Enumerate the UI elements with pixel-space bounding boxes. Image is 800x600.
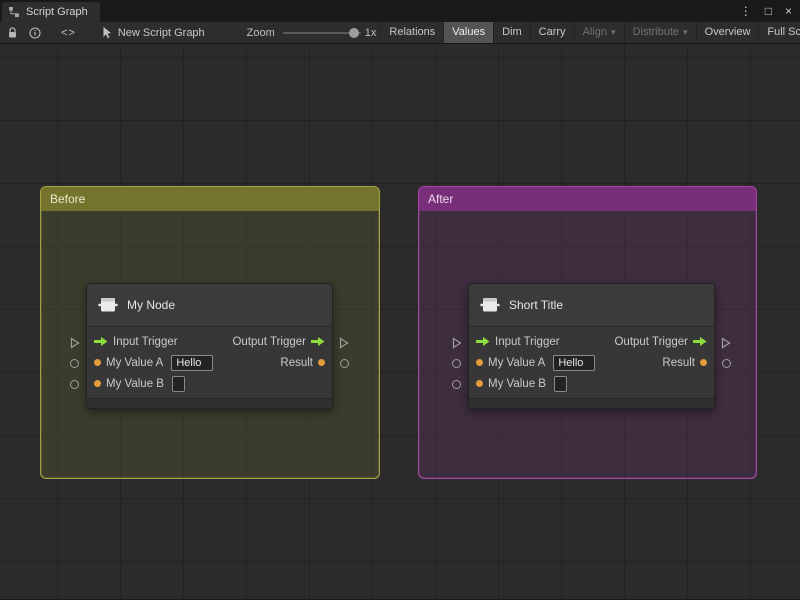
ext-flow-output-port[interactable]: [339, 336, 349, 354]
distribute-label: Distribute: [632, 26, 680, 38]
maximize-icon[interactable]: □: [765, 0, 772, 22]
ext-value-input-port[interactable]: [452, 359, 461, 368]
node-footer: [87, 398, 332, 408]
value-port-icon[interactable]: [94, 359, 101, 366]
carry-button[interactable]: Carry: [529, 22, 574, 43]
close-icon[interactable]: ×: [785, 0, 792, 22]
tab-bar: Script Graph ⋮ □ ×: [0, 0, 800, 22]
ext-value-output-port[interactable]: [722, 359, 731, 368]
ext-value-input-port[interactable]: [70, 359, 79, 368]
node-body: Input Trigger Output Trigger My Value A …: [469, 327, 714, 398]
value-port-icon[interactable]: [476, 359, 483, 366]
graph-toolbar: <> New Script Graph Zoom 1x Relations Va…: [0, 22, 800, 44]
flow-arrow-icon: [693, 337, 707, 346]
port-result[interactable]: Result: [662, 357, 707, 369]
menu-icon[interactable]: ⋮: [740, 0, 752, 22]
flow-arrow-icon: [476, 337, 490, 346]
toolbar-buttons: Relations Values Dim Carry Align ▾ Distr…: [380, 22, 800, 43]
dim-button[interactable]: Dim: [493, 22, 530, 43]
flow-arrow-icon: [94, 337, 108, 346]
distribute-button[interactable]: Distribute ▾: [623, 22, 696, 43]
info-icon[interactable]: [29, 26, 41, 39]
ext-value-output-port[interactable]: [340, 359, 349, 368]
unit-icon: [480, 296, 500, 314]
value-port-icon[interactable]: [318, 359, 325, 366]
node-body: Input Trigger Output Trigger My Value A …: [87, 327, 332, 398]
group-after-title: After: [428, 192, 454, 206]
port-input-trigger[interactable]: Input Trigger: [476, 336, 560, 348]
zoom-slider[interactable]: [282, 27, 361, 38]
port-row: Input Trigger Output Trigger: [87, 331, 332, 352]
window-controls: ⋮ □ ×: [740, 0, 792, 22]
ext-value-input-port[interactable]: [452, 380, 461, 389]
fullscreen-button[interactable]: Full Screen: [758, 22, 800, 43]
port-row: My Value B: [469, 373, 714, 394]
relations-button[interactable]: Relations: [380, 22, 443, 43]
overview-button[interactable]: Overview: [695, 22, 759, 43]
graph-asset-name[interactable]: New Script Graph: [118, 27, 205, 39]
align-label: Align: [582, 26, 608, 38]
chevron-down-icon: ▾: [611, 27, 616, 37]
port-result[interactable]: Result: [280, 357, 325, 369]
port-row: My Value B: [87, 373, 332, 394]
port-my-value-b[interactable]: My Value B: [94, 375, 185, 392]
graph-tab-icon: [8, 6, 20, 18]
zoom-label: Zoom: [246, 26, 275, 39]
ext-flow-input-port[interactable]: [452, 336, 462, 354]
group-after-header[interactable]: After: [419, 187, 756, 211]
node-short-title[interactable]: Short Title Input Trigger Output Trigger: [452, 283, 731, 409]
ext-value-input-port[interactable]: [70, 380, 79, 389]
port-output-trigger[interactable]: Output Trigger: [614, 336, 707, 348]
group-before-header[interactable]: Before: [41, 187, 379, 211]
value-b-input[interactable]: [553, 375, 567, 392]
node-header[interactable]: My Node: [87, 284, 332, 327]
align-button[interactable]: Align ▾: [573, 22, 624, 43]
node-footer: [469, 398, 714, 408]
value-port-icon[interactable]: [700, 359, 707, 366]
lock-icon[interactable]: [7, 26, 18, 39]
code-view-icon[interactable]: <>: [61, 27, 76, 39]
chevron-down-icon: ▾: [683, 27, 688, 37]
zoom-value: 1x: [364, 26, 377, 39]
group-before-title: Before: [50, 192, 86, 206]
value-a-input[interactable]: Hello: [171, 354, 214, 371]
zoom-slider-knob[interactable]: [348, 27, 359, 38]
node-title: Short Title: [509, 298, 564, 312]
port-output-trigger[interactable]: Output Trigger: [232, 336, 325, 348]
port-my-value-b[interactable]: My Value B: [476, 375, 567, 392]
port-row: My Value A Hello Result: [87, 352, 332, 373]
tab-script-graph[interactable]: Script Graph: [2, 2, 100, 22]
port-my-value-a[interactable]: My Value A Hello: [476, 354, 596, 371]
port-my-value-a[interactable]: My Value A Hello: [94, 354, 214, 371]
flow-arrow-icon: [311, 337, 325, 346]
node-header[interactable]: Short Title: [469, 284, 714, 327]
node-title: My Node: [127, 298, 176, 312]
port-row: Input Trigger Output Trigger: [469, 331, 714, 352]
value-b-input[interactable]: [171, 375, 185, 392]
script-graph-window: Script Graph ⋮ □ × <> New Script Graph Z…: [0, 0, 800, 600]
port-row: My Value A Hello Result: [469, 352, 714, 373]
unit-icon: [98, 296, 118, 314]
graph-pointer-icon: [102, 26, 113, 39]
ext-flow-input-port[interactable]: [70, 336, 80, 354]
node-my-node[interactable]: My Node Input Trigger Output Trigger My …: [70, 283, 349, 409]
value-a-input[interactable]: Hello: [553, 354, 596, 371]
value-port-icon[interactable]: [476, 380, 483, 387]
tab-title: Script Graph: [26, 6, 88, 18]
graph-canvas[interactable]: Before After My Node Input Trigger Outpu…: [0, 44, 800, 599]
values-button[interactable]: Values: [443, 22, 494, 43]
ext-flow-output-port[interactable]: [721, 336, 731, 354]
port-input-trigger[interactable]: Input Trigger: [94, 336, 178, 348]
value-port-icon[interactable]: [94, 380, 101, 387]
